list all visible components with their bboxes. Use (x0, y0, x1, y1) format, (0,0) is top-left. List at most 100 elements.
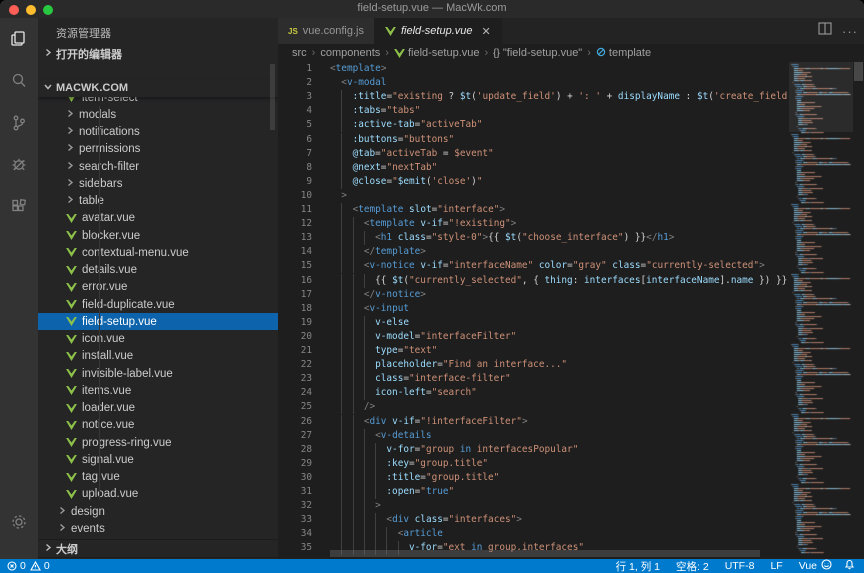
tree-folder-events[interactable]: events (38, 520, 278, 537)
line-number[interactable]: 11 (278, 203, 312, 217)
code-line-29[interactable]: 29 :key="group.title" (278, 457, 790, 471)
split-editor-icon[interactable] (818, 22, 832, 40)
code-line-19[interactable]: 19 v-else (278, 316, 790, 330)
line-number[interactable]: 7 (278, 147, 312, 161)
line-number[interactable]: 34 (278, 527, 312, 541)
status-language-mode[interactable]: Vue (799, 560, 817, 572)
tree-file-notice.vue[interactable]: notice.vue (38, 417, 278, 434)
code-line-26[interactable]: 26 <div v-if="!interfaceFilter"> (278, 415, 790, 429)
line-number[interactable]: 21 (278, 344, 312, 358)
line-number[interactable]: 23 (278, 372, 312, 386)
tree-folder-modals[interactable]: modals (38, 106, 278, 123)
tree-folder-table[interactable]: table (38, 193, 278, 210)
tree-file-field-setup.vue[interactable]: field-setup.vue (38, 313, 278, 330)
notifications-bell-icon[interactable] (844, 559, 855, 573)
code-line-22[interactable]: 22 placeholder="Find an interface..." (278, 358, 790, 372)
code-line-32[interactable]: 32 > (278, 499, 790, 513)
debug-icon[interactable] (0, 144, 38, 186)
explorer-icon[interactable] (0, 18, 38, 60)
tree-file-progress-ring.vue[interactable]: progress-ring.vue (38, 434, 278, 451)
line-number[interactable]: 10 (278, 189, 312, 203)
sidebar-scrollbar[interactable] (270, 64, 275, 130)
horizontal-scrollbar[interactable] (330, 550, 760, 557)
line-number[interactable]: 6 (278, 133, 312, 147)
code-line-30[interactable]: 30 :title="group.title" (278, 471, 790, 485)
code-line-23[interactable]: 23 class="interface-filter" (278, 372, 790, 386)
tree-file-avatar.vue[interactable]: avatar.vue (38, 210, 278, 227)
tree-folder-search-filter[interactable]: search-filter (38, 158, 278, 175)
breadcrumb-item-components[interactable]: components (320, 47, 380, 59)
more-actions-icon[interactable]: ··· (842, 24, 858, 39)
code-line-17[interactable]: 17 </v-notice> (278, 288, 790, 302)
tree-file-upload.vue[interactable]: upload.vue (38, 486, 278, 503)
breadcrumb-item-template[interactable]: template (596, 47, 651, 60)
line-number[interactable]: 8 (278, 161, 312, 175)
line-number[interactable]: 15 (278, 259, 312, 273)
tree-file-field-duplicate.vue[interactable]: field-duplicate.vue (38, 296, 278, 313)
tree-file-blocker.vue[interactable]: blocker.vue (38, 227, 278, 244)
code-line-9[interactable]: 9 @close="$emit('close')" (278, 175, 790, 189)
line-number[interactable]: 3 (278, 90, 312, 104)
minimap-slider[interactable] (789, 62, 853, 132)
tree-file-install.vue[interactable]: install.vue (38, 348, 278, 365)
line-number[interactable]: 32 (278, 499, 312, 513)
line-number[interactable]: 18 (278, 302, 312, 316)
open-editors-section[interactable]: 打开的编辑器 (38, 45, 278, 63)
line-number[interactable]: 24 (278, 386, 312, 400)
line-number[interactable]: 27 (278, 429, 312, 443)
extensions-icon[interactable] (0, 186, 38, 228)
code-line-12[interactable]: 12 <template v-if="!existing"> (278, 217, 790, 231)
tree-folder-design[interactable]: design (38, 503, 278, 520)
tree-file-contextual-menu.vue[interactable]: contextual-menu.vue (38, 244, 278, 261)
vertical-scrollbar-thumb[interactable] (854, 62, 863, 81)
tree-file-loader.vue[interactable]: loader.vue (38, 400, 278, 417)
line-number[interactable]: 4 (278, 104, 312, 118)
settings-gear-icon[interactable] (0, 501, 38, 543)
code-line-34[interactable]: 34 <article (278, 527, 790, 541)
line-number[interactable]: 29 (278, 457, 312, 471)
code-line-3[interactable]: 3 :title="existing ? $t('update_field') … (278, 90, 790, 104)
workspace-root-section[interactable]: MACWK.COM (38, 79, 278, 97)
tree-file-items.vue[interactable]: items.vue (38, 382, 278, 399)
npm-scripts-section[interactable]: NPM 脚本 (38, 557, 278, 559)
code-line-7[interactable]: 7 @tab="activeTab = $event" (278, 147, 790, 161)
code-line-6[interactable]: 6 :buttons="buttons" (278, 133, 790, 147)
breadcrumb-item-field-setup.vue[interactable]: field-setup.vue (394, 47, 480, 59)
code-line-4[interactable]: 4 :tabs="tabs" (278, 104, 790, 118)
code-line-11[interactable]: 11 <template slot="interface"> (278, 203, 790, 217)
close-tab-icon[interactable]: ✕ (482, 25, 491, 38)
code-line-25[interactable]: 25 /> (278, 400, 790, 414)
tree-folder-permissions[interactable]: permissions (38, 141, 278, 158)
code-line-24[interactable]: 24 icon-left="search" (278, 386, 790, 400)
line-number[interactable]: 5 (278, 118, 312, 132)
line-number[interactable]: 1 (278, 62, 312, 76)
line-number[interactable]: 35 (278, 541, 312, 555)
source-control-icon[interactable] (0, 102, 38, 144)
code-line-31[interactable]: 31 :open="true" (278, 485, 790, 499)
code-line-14[interactable]: 14 </template> (278, 245, 790, 259)
line-number[interactable]: 16 (278, 274, 312, 288)
line-number[interactable]: 25 (278, 400, 312, 414)
tree-file-error.vue[interactable]: error.vue (38, 279, 278, 296)
code-line-16[interactable]: 16 {{ $t("currently_selected", { thing: … (278, 274, 790, 288)
code-line-28[interactable]: 28 v-for="group in interfacesPopular" (278, 443, 790, 457)
line-number[interactable]: 22 (278, 358, 312, 372)
tab-field-setup.vue[interactable]: field-setup.vue✕ (375, 18, 502, 44)
status-eol[interactable]: LF (770, 560, 782, 572)
tab-vue.config.js[interactable]: JSvue.config.js (278, 18, 375, 44)
tree-file-details.vue[interactable]: details.vue (38, 262, 278, 279)
line-number[interactable]: 17 (278, 288, 312, 302)
tree-folder-notifications[interactable]: notifications (38, 124, 278, 141)
search-icon[interactable] (0, 60, 38, 102)
tree-file-invisible-label.vue[interactable]: invisible-label.vue (38, 365, 278, 382)
code-line-5[interactable]: 5 :active-tab="activeTab" (278, 118, 790, 132)
tree-folder-sidebars[interactable]: sidebars (38, 175, 278, 192)
tree-file-signal.vue[interactable]: signal.vue (38, 451, 278, 468)
line-number[interactable]: 14 (278, 245, 312, 259)
code-line-20[interactable]: 20 v-model="interfaceFilter" (278, 330, 790, 344)
code-line-1[interactable]: 1<template> (278, 62, 790, 76)
line-number[interactable]: 20 (278, 330, 312, 344)
vertical-scrollbar[interactable] (853, 62, 864, 559)
line-number[interactable]: 31 (278, 485, 312, 499)
breadcrumb-item-field-setup.vue[interactable]: {}"field-setup.vue" (493, 47, 582, 59)
